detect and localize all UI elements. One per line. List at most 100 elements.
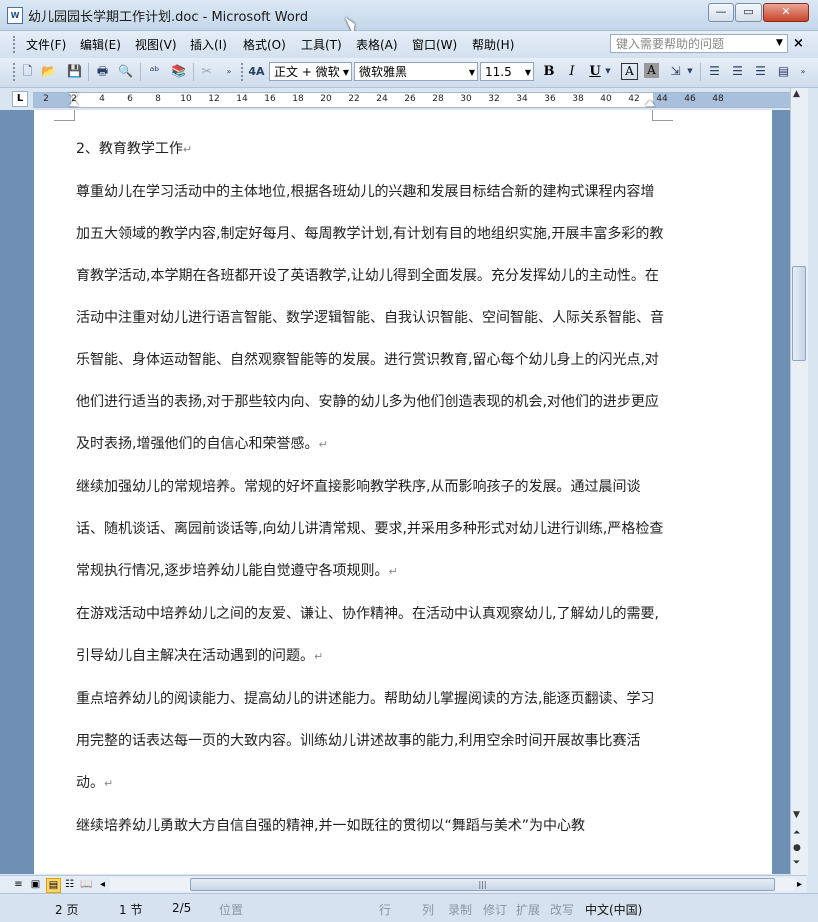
tab-selector-button[interactable]: L xyxy=(12,91,28,107)
style-dropdown-icon[interactable]: ▼ xyxy=(343,63,349,80)
font-dropdown-icon[interactable]: ▼ xyxy=(469,63,475,80)
align-right-icon[interactable]: ☰ xyxy=(752,63,769,80)
research-icon[interactable]: 📚 xyxy=(170,63,187,80)
menubar-grip-icon[interactable] xyxy=(13,36,18,53)
status-page-count[interactable]: 2/5 xyxy=(172,901,191,915)
ruler-tick-label: 10 xyxy=(180,94,192,104)
ruler-tick-label: 20 xyxy=(320,94,332,104)
paragraph-mark: ↵ xyxy=(104,777,114,790)
status-language[interactable]: 中文(中国) xyxy=(585,901,642,918)
scroll-up-icon[interactable]: ▲ xyxy=(793,89,800,99)
bold-button[interactable]: B xyxy=(540,63,558,81)
ruler-tick-label: 22 xyxy=(348,94,360,104)
document-page[interactable]: 2、教育教学工作↵ 尊重幼儿在学习活动中的主体地位,根据各班幼儿的兴趣和发展目标… xyxy=(34,110,772,874)
styles-formatting-icon[interactable]: 4A xyxy=(248,63,265,80)
scroll-left-icon[interactable]: ◂ xyxy=(96,878,109,891)
status-section[interactable]: 1 节 xyxy=(119,901,142,918)
vertical-scrollbar[interactable]: ▲ ▼ ⏶ ● ⏷ xyxy=(790,88,808,875)
status-position[interactable]: 位置 xyxy=(219,901,243,918)
web-layout-view-icon[interactable]: ▣ xyxy=(29,878,42,891)
horizontal-ruler[interactable]: 2 2 4 6 8 10 12 14 16 18 20 22 24 26 28 30 32 34 36 38 40 42 4… xyxy=(33,92,793,108)
style-combo[interactable]: 正文 + 微软 ▼ xyxy=(269,62,352,81)
normal-view-icon[interactable]: ≡ xyxy=(12,878,25,891)
help-dropdown-arrow-icon[interactable]: ▼ xyxy=(776,38,783,48)
previous-page-icon[interactable]: ⏶ xyxy=(793,828,800,838)
horizontal-scrollbar[interactable]: ||| xyxy=(110,878,795,891)
vertical-scroll-thumb[interactable] xyxy=(792,266,806,361)
close-window-button[interactable]: ✕ xyxy=(763,3,809,22)
char-scaling-icon[interactable]: ⇲ xyxy=(667,63,684,80)
minimize-button[interactable]: — xyxy=(708,3,734,22)
new-document-icon[interactable]: 🗋 xyxy=(19,63,36,80)
menu-table[interactable]: 表格(A) xyxy=(356,36,398,53)
help-search-input[interactable]: 键入需要帮助的问题 xyxy=(610,34,788,53)
status-column[interactable]: 列 xyxy=(422,901,434,918)
status-extend-selection[interactable]: 扩展 xyxy=(516,901,540,918)
select-browse-object-icon[interactable]: ● xyxy=(793,843,801,853)
print-layout-view-icon[interactable]: ▤ xyxy=(46,878,61,893)
status-track-changes[interactable]: 修订 xyxy=(483,901,507,918)
char-border-button[interactable]: A xyxy=(621,63,638,80)
status-line[interactable]: 行 xyxy=(379,901,391,918)
right-indent-marker[interactable] xyxy=(645,100,655,106)
font-size-dropdown-icon[interactable]: ▼ xyxy=(525,63,531,80)
print-icon[interactable]: 🖶 xyxy=(94,63,111,80)
spelling-check-icon[interactable]: ᵃᵇ xyxy=(146,63,163,80)
format-toolbar-options-icon[interactable]: » xyxy=(798,63,808,80)
menu-edit[interactable]: 编辑(E) xyxy=(80,36,121,53)
ruler-tick-label: 46 xyxy=(684,94,696,104)
align-left-icon[interactable]: ☰ xyxy=(706,63,723,80)
title-bar[interactable]: W 幼儿园园长学期工作计划.doc - Microsoft Word — ▭ ✕ xyxy=(0,0,818,36)
toolbar-separator xyxy=(700,63,701,81)
outline-view-icon[interactable]: ☷ xyxy=(63,878,76,891)
paragraph-mark: ↵ xyxy=(318,438,328,451)
menu-format[interactable]: 格式(O) xyxy=(243,36,286,53)
status-page[interactable]: 2 页 xyxy=(55,901,78,918)
word-window: W 幼儿园园长学期工作计划.doc - Microsoft Word — ▭ ✕… xyxy=(0,0,818,922)
scroll-down-icon[interactable]: ▼ xyxy=(793,810,800,820)
menu-file[interactable]: 文件(F) xyxy=(26,36,66,53)
reading-layout-view-icon[interactable]: 📖 xyxy=(80,878,93,891)
char-shading-button[interactable]: A xyxy=(644,63,659,78)
status-record-macro[interactable]: 录制 xyxy=(448,901,472,918)
format-toolbar-grip-icon[interactable] xyxy=(241,63,246,81)
crop-mark-top-right xyxy=(652,110,673,121)
menu-window[interactable]: 窗口(W) xyxy=(412,36,457,53)
paragraph-text: 继续加强幼儿的常规培养。常规的好坏直接影响教学秩序,从而影响孩子的发展。通过晨间… xyxy=(76,479,664,579)
paragraph: 2、教育教学工作↵ xyxy=(76,128,666,171)
maximize-button[interactable]: ▭ xyxy=(735,3,762,22)
font-size-value: 11.5 xyxy=(485,65,512,79)
menu-insert[interactable]: 插入(I) xyxy=(190,36,227,53)
toolbar-grip-icon[interactable] xyxy=(13,63,18,81)
paragraph-text: 2、教育教学工作 xyxy=(76,141,183,157)
ruler-tick-label: 26 xyxy=(404,94,416,104)
ruler-tick-label: 8 xyxy=(155,94,161,104)
italic-button[interactable]: I xyxy=(563,63,581,81)
toolbar-options-icon[interactable]: » xyxy=(223,63,235,80)
align-center-icon[interactable]: ☰ xyxy=(729,63,746,80)
status-overtype[interactable]: 改写 xyxy=(550,901,574,918)
justify-icon[interactable]: ▤ xyxy=(775,63,792,80)
underline-button[interactable]: U xyxy=(586,63,604,81)
save-icon[interactable]: 💾 xyxy=(66,63,83,80)
menu-view[interactable]: 视图(V) xyxy=(135,36,177,53)
font-combo[interactable]: 微软雅黑 ▼ xyxy=(354,62,478,81)
char-scaling-dropdown-icon[interactable]: ▼ xyxy=(686,63,694,80)
open-folder-icon[interactable]: 📂 xyxy=(40,63,57,80)
font-size-combo[interactable]: 11.5 ▼ xyxy=(480,62,534,81)
menu-help[interactable]: 帮助(H) xyxy=(472,36,514,53)
ruler-tick-label: 18 xyxy=(292,94,304,104)
scroll-right-icon[interactable]: ▸ xyxy=(793,878,806,891)
horizontal-scroll-area: ≡ ▣ ▤ ☷ 📖 ◂ ||| ▸ xyxy=(0,875,807,894)
menu-tools[interactable]: 工具(T) xyxy=(301,36,342,53)
word-app-icon[interactable]: W xyxy=(7,7,23,24)
cut-icon[interactable]: ✂ xyxy=(198,63,215,80)
print-preview-icon[interactable]: 🔍 xyxy=(117,63,134,80)
underline-dropdown-icon[interactable]: ▼ xyxy=(604,63,612,80)
document-body[interactable]: 2、教育教学工作↵ 尊重幼儿在学习活动中的主体地位,根据各班幼儿的兴趣和发展目标… xyxy=(76,128,666,848)
toolbar-separator xyxy=(193,63,194,81)
horizontal-scroll-thumb[interactable]: ||| xyxy=(190,878,775,891)
close-document-button[interactable]: × xyxy=(793,36,804,51)
next-page-icon[interactable]: ⏷ xyxy=(793,858,800,868)
paragraph-text: 尊重幼儿在学习活动中的主体地位,根据各班幼儿的兴趣和发展目标结合新的建构式课程内… xyxy=(76,184,664,452)
